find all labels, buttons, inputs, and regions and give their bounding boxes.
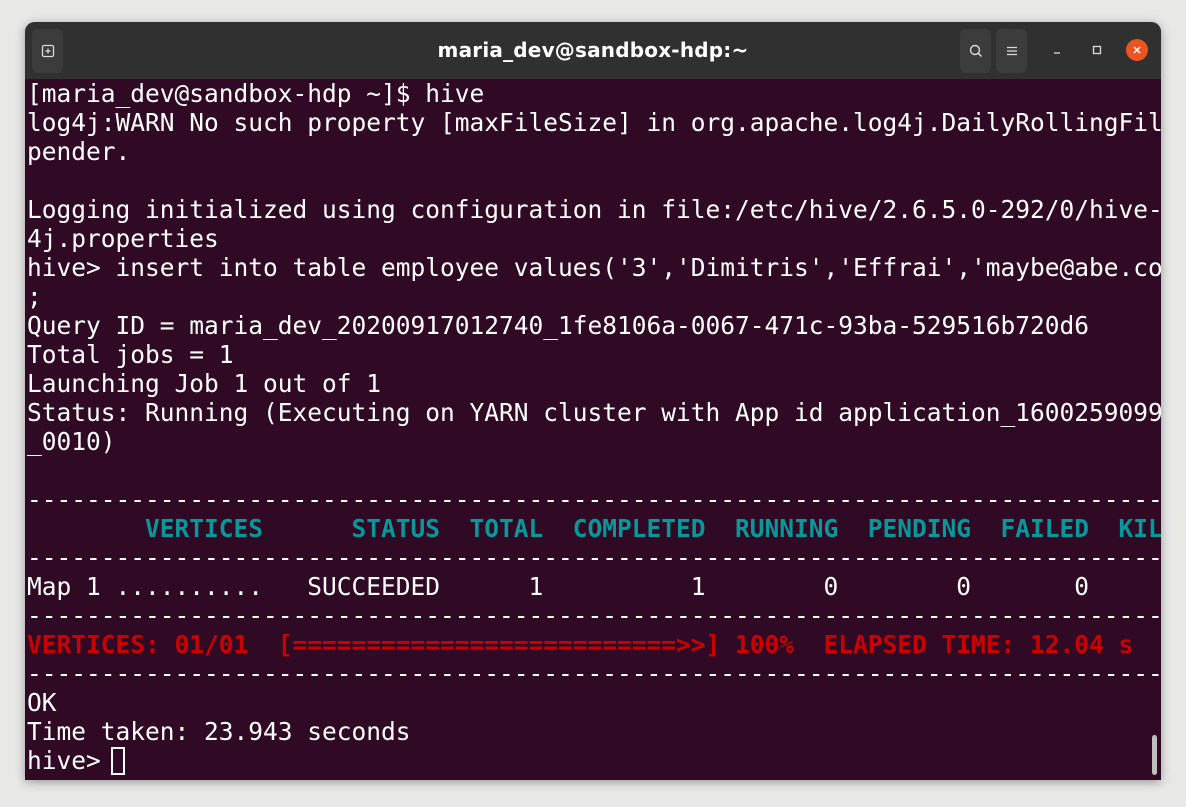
terminal-line: Total jobs = 1 bbox=[27, 340, 234, 369]
terminal-line: Status: Running (Executing on YARN clust… bbox=[27, 398, 1161, 427]
hive-prompt: hive> bbox=[27, 746, 116, 775]
terminal-line: Query ID = maria_dev_20200917012740_1fe8… bbox=[27, 311, 1090, 340]
hamburger-menu-icon bbox=[1006, 46, 1017, 56]
scrollbar[interactable] bbox=[1152, 735, 1157, 775]
table-divider: ----------------------------------------… bbox=[27, 659, 1161, 688]
terminal-line: Time taken: 23.943 seconds bbox=[27, 717, 411, 746]
terminal-output[interactable]: [maria_dev@sandbox-hdp ~]$ hive log4j:WA… bbox=[25, 79, 1161, 780]
close-icon bbox=[1133, 46, 1141, 54]
table-divider: ----------------------------------------… bbox=[27, 601, 1161, 630]
terminal-line: [maria_dev@sandbox-hdp ~]$ hive bbox=[27, 79, 485, 108]
text-cursor bbox=[111, 747, 125, 775]
table-divider: ----------------------------------------… bbox=[27, 485, 1161, 514]
search-icon bbox=[969, 44, 982, 58]
terminal-line: ; bbox=[27, 282, 42, 311]
terminal-line: Launching Job 1 out of 1 bbox=[27, 369, 382, 398]
close-button[interactable] bbox=[1126, 39, 1148, 61]
table-divider: ----------------------------------------… bbox=[27, 543, 1161, 572]
maximize-button[interactable] bbox=[1086, 39, 1108, 61]
search-button[interactable] bbox=[960, 29, 991, 73]
menu-button[interactable] bbox=[996, 29, 1027, 73]
table-row: Map 1 .......... SUCCEEDED 1 1 0 0 0 0 bbox=[27, 572, 1161, 601]
minimize-button[interactable] bbox=[1046, 39, 1068, 61]
terminal-line: Logging initialized using configuration … bbox=[27, 195, 1161, 224]
terminal-line: 4j.properties bbox=[27, 224, 219, 253]
terminal-line: _0010) bbox=[27, 427, 116, 456]
terminal-window: maria_dev@sandbox-hdp:~ [maria_dev@sandb… bbox=[25, 22, 1161, 780]
minimize-icon bbox=[1054, 52, 1060, 54]
table-header-row: VERTICES STATUS TOTAL COMPLETED RUNNING … bbox=[27, 514, 1161, 543]
progress-line: VERTICES: 01/01 [=======================… bbox=[27, 630, 1134, 659]
terminal-line: pender. bbox=[27, 137, 131, 166]
terminal-line: hive> insert into table employee values(… bbox=[27, 253, 1161, 282]
maximize-icon bbox=[1092, 45, 1102, 55]
title-bar: maria_dev@sandbox-hdp:~ bbox=[25, 22, 1161, 79]
terminal-line: log4j:WARN No such property [maxFileSize… bbox=[27, 108, 1161, 137]
terminal-line: OK bbox=[27, 688, 57, 717]
